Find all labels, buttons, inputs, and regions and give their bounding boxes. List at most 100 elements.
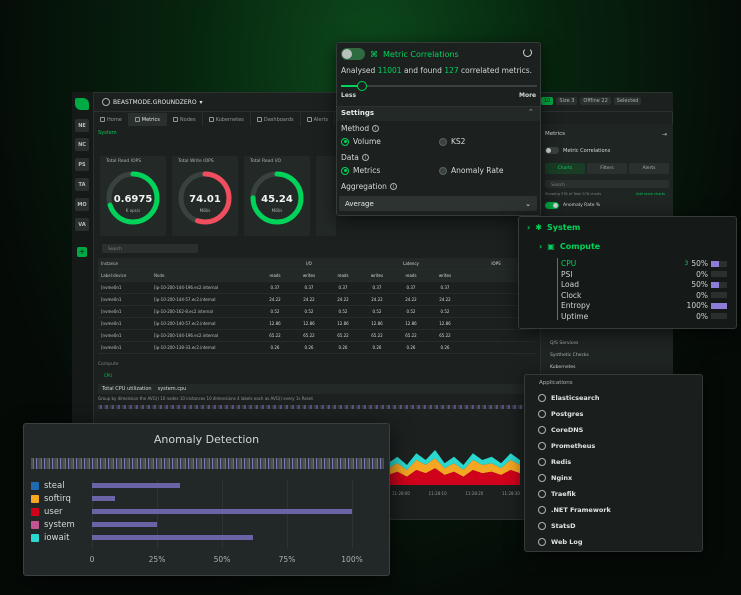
tree-leaf-psi[interactable]: PSI 0% <box>561 270 727 279</box>
refresh-icon[interactable] <box>523 48 532 57</box>
metric-correlations-toggle[interactable] <box>545 147 559 154</box>
add-more-charts-link[interactable]: Add more charts <box>636 192 665 196</box>
column-header[interactable]: reads <box>258 273 292 278</box>
app-item[interactable]: Nginx <box>538 474 572 482</box>
radio-dot[interactable] <box>439 166 447 175</box>
radio-volume[interactable]: Volume <box>341 137 381 146</box>
anomaly-timeline-strip[interactable] <box>98 405 535 409</box>
space-button[interactable]: NE <box>75 119 89 132</box>
tab-filters[interactable]: Filters <box>587 163 627 174</box>
app-item[interactable]: Traefik <box>538 490 576 498</box>
info-icon[interactable]: i <box>372 125 380 132</box>
list-item[interactable]: Kubernetes <box>550 362 589 374</box>
tree-leaf-load[interactable]: Load 50% <box>561 280 727 289</box>
app-item[interactable]: CoreDNS <box>538 426 583 434</box>
anomaly-bar-steal[interactable] <box>92 483 181 488</box>
radio-anomaly-rate[interactable]: Anomaly Rate <box>439 166 503 175</box>
cpu-subsection[interactable]: CPU <box>104 373 112 378</box>
tab-kubernetes[interactable]: Kubernetes <box>203 113 251 126</box>
radio-dot[interactable] <box>439 137 447 146</box>
tab-nodes[interactable]: Nodes <box>167 113 203 126</box>
column-header[interactable]: Label:device <box>98 273 154 278</box>
column-header[interactable]: writes <box>292 273 326 278</box>
table-cell: 0.52 <box>338 309 348 314</box>
slider-more-label: More <box>519 92 537 99</box>
anomaly-heat-strip[interactable] <box>31 458 384 469</box>
table-row[interactable]: [nvme0n1 [ip-10-200-138-33.ec2.internal 0.… <box>98 342 535 354</box>
offline-badge[interactable]: Offline 22 <box>580 97 611 105</box>
war-room-selector[interactable]: BEASTMODE.GROUNDZERO ▾ <box>102 98 203 106</box>
list-item[interactable]: Synthetic Checks <box>550 350 589 362</box>
selected-badge[interactable]: Selected <box>613 97 642 105</box>
anomaly-mini-bar <box>711 271 727 277</box>
right-search-input[interactable]: Search <box>545 180 669 188</box>
netdata-logo[interactable] <box>75 98 89 110</box>
anomaly-bar-softirq[interactable] <box>92 496 116 501</box>
radio-metrics[interactable]: Metrics <box>341 166 380 175</box>
radio-dot[interactable] <box>341 137 349 146</box>
compute-section-header[interactable]: Compute <box>98 362 119 367</box>
anomaly-bar-user[interactable] <box>92 509 352 514</box>
tab-home[interactable]: Home <box>94 113 129 126</box>
app-item[interactable]: .NET Framework <box>538 506 611 514</box>
table-row[interactable]: [nvme0n1 [ip-10-200-140-57.ec2.internal 12… <box>98 318 535 330</box>
table-cell: 12.86 <box>405 321 417 326</box>
anomaly-rate-toggle[interactable] <box>545 202 559 209</box>
mc-toggle[interactable] <box>341 48 365 60</box>
chart-groupby-bar[interactable]: Group by dimension the AVG() 10 nodes 10… <box>98 396 313 401</box>
anomaly-rate-toggle-row[interactable]: Anomaly Rate % <box>545 202 600 209</box>
tree-leaf-cpu[interactable]: CPU 3 50% <box>561 259 727 268</box>
chevron-up-icon[interactable]: ⌃ <box>528 108 534 116</box>
column-header[interactable]: writes <box>428 273 462 278</box>
tree-leaf-entropy[interactable]: Entropy 100% <box>561 301 727 310</box>
column-header[interactable]: reads <box>326 273 360 278</box>
table-row[interactable]: [nvme0n1 [ip-10-200-144-57.ec2.internal 24… <box>98 294 535 306</box>
mc-slider-thumb[interactable] <box>357 81 367 91</box>
nodes-badge[interactable]: 10 <box>541 97 554 105</box>
tab-charts[interactable]: Charts <box>545 163 585 174</box>
add-space-button[interactable]: + <box>77 247 87 257</box>
tree-leaf-clock[interactable]: Clock 0% <box>561 291 727 300</box>
app-item[interactable]: Prometheus <box>538 442 595 450</box>
anomaly-bar-iowait[interactable] <box>92 535 254 540</box>
tab-metrics[interactable]: Metrics <box>128 113 167 126</box>
info-icon[interactable]: i <box>389 183 397 190</box>
app-item[interactable]: Web Log <box>538 538 583 546</box>
aggregation-select[interactable]: Average ⌄ <box>339 196 537 211</box>
tab-dashboards[interactable]: Dashboards <box>251 113 301 126</box>
table-row[interactable]: [nvme0n1 [ip-10-200-162-8.ec2.internal 0.5… <box>98 306 535 318</box>
system-section-link[interactable]: System <box>98 130 117 136</box>
table-row[interactable]: [nvme0n1 [ip-10-200-144-196.ec2.internal 0… <box>98 282 535 294</box>
app-item[interactable]: Redis <box>538 458 571 466</box>
table-row[interactable]: [nvme0n1 [ip-10-200-144-196.ec2.internal 6… <box>98 330 535 342</box>
tab-alerts[interactable]: Alerts <box>301 113 336 126</box>
column-header[interactable]: Node <box>154 273 258 278</box>
anomaly-bar-system[interactable] <box>92 522 157 527</box>
tree-leaf-uptime[interactable]: Uptime 0% <box>561 312 727 321</box>
list-item[interactable]: Q/S Services <box>550 338 589 350</box>
mc-slider-track[interactable] <box>341 85 537 87</box>
tree-node-system[interactable]: › ✱ System <box>527 223 580 232</box>
app-label: StatsD <box>551 522 576 530</box>
space-button[interactable]: VA <box>75 218 89 231</box>
app-item[interactable]: Elasticsearch <box>538 394 599 402</box>
app-item[interactable]: StatsD <box>538 522 576 530</box>
space-button[interactable]: MO <box>75 198 89 211</box>
info-icon[interactable]: i <box>361 154 369 161</box>
right-metric-correlations[interactable]: Metric Correlations <box>545 147 610 154</box>
tree-node-compute[interactable]: › ▣ Compute <box>539 242 600 251</box>
chart-time-axis: 11:28:00 11:28:10 11:28:20 11:28:30 <box>392 491 520 496</box>
radio-ks2[interactable]: KS2 <box>439 137 465 146</box>
size-badge[interactable]: Size 3 <box>556 97 578 105</box>
space-button[interactable]: NC <box>75 138 89 151</box>
collapse-panel-icon[interactable]: ⇥ <box>662 131 667 138</box>
column-header[interactable]: reads <box>394 273 428 278</box>
column-header[interactable]: writes <box>360 273 394 278</box>
space-button[interactable]: PS <box>75 158 89 171</box>
table-cell: [ip-10-200-144-196.ec2.internal <box>154 333 219 338</box>
app-item[interactable]: Postgres <box>538 410 583 418</box>
radio-dot[interactable] <box>341 166 349 175</box>
space-button[interactable]: TA <box>75 178 89 191</box>
tab-alerts-right[interactable]: Alerts <box>629 163 669 174</box>
table-search-input[interactable]: Search <box>102 244 198 253</box>
